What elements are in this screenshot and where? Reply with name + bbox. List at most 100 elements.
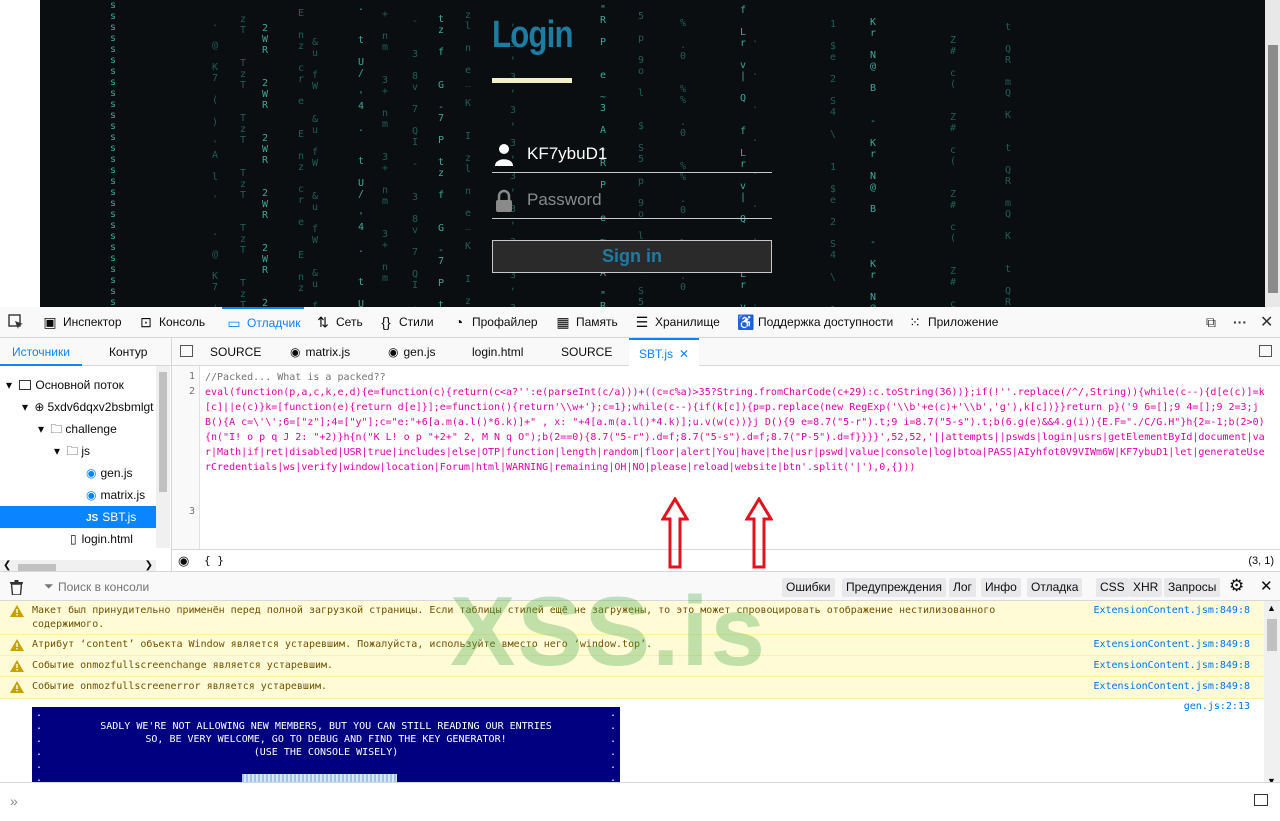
scrollbar-thumb[interactable] (1267, 619, 1277, 651)
console-input[interactable]: » (0, 782, 1280, 821)
matrix-column: & u f W & u f W & u f W & u f W (312, 37, 319, 307)
tab-style-editor[interactable]: {} Стили (378, 307, 434, 338)
code-editor[interactable]: 1 2 3 //Packed... What is a packed?? eva… (172, 366, 1280, 549)
line-number[interactable]: 2 (189, 386, 195, 397)
matrix-column: - 3 8 v 7 Q I - 3 8 v 7 Q I - (412, 16, 419, 307)
line-number[interactable]: 1 (189, 371, 195, 382)
filter-warnings[interactable]: Предупреждения (842, 578, 946, 597)
style-icon: {} (381, 314, 391, 330)
tree-item-gen-js[interactable]: ◉ gen.js (0, 462, 156, 484)
close-tab-icon[interactable]: ✕ (679, 347, 689, 361)
filter-xhr[interactable]: XHR (1129, 578, 1163, 597)
tab-label: Стили (399, 315, 434, 329)
tab-storage[interactable]: ☰ Хранилище (634, 307, 720, 338)
console-banner: .. . SADLY WE'RE NOT ALLOWING NEW MEMBERS… (32, 707, 620, 785)
tree-label: js (81, 444, 91, 458)
tree-item-folder-challenge[interactable]: ▾ 🗀 challenge (0, 418, 156, 440)
tree-item-domain[interactable]: ▾ ⊕ 5xdv6dqxv2bsbmlgt (0, 396, 156, 418)
tab-profiler[interactable]: ◔ Профайлер (451, 307, 538, 338)
tab-label: SOURCE (561, 345, 613, 359)
toggle-panel-icon[interactable] (1259, 345, 1272, 357)
filter-logs[interactable]: Лог (949, 578, 976, 597)
js-file-icon: JS (86, 513, 99, 524)
tree-label: gen.js (100, 466, 133, 480)
editor-tab-source-2[interactable]: SOURCE (561, 338, 612, 366)
warning-source-link[interactable]: ExtensionContent.jsm:849:8 (1093, 680, 1250, 694)
filter-errors[interactable]: Ошибки (782, 578, 835, 597)
tab-label: Память (576, 315, 618, 329)
tree-item-sbt-js[interactable]: JS SBT.js (0, 506, 156, 528)
tree-item-login-html[interactable]: ▯ login.html (0, 528, 156, 550)
tab-memory[interactable]: ▦ Память (555, 307, 618, 338)
scrollbar-thumb[interactable] (1268, 45, 1278, 293)
line-number[interactable]: 3 (189, 506, 195, 517)
toggle-sidebar-icon[interactable] (180, 345, 193, 357)
page-viewport: s s s s s s s s s s s s s s s s s s s s … (0, 0, 1280, 307)
scroll-right-icon[interactable]: ❯ (145, 560, 153, 571)
tree-item-folder-js[interactable]: ▾ 🗀 js (0, 440, 156, 462)
scroll-left-icon[interactable]: ❮ (3, 560, 11, 571)
code-content: //Packed... What is a packed?? eval(func… (205, 370, 1265, 475)
tab-console[interactable]: ⊡ Консоль (138, 307, 205, 338)
tab-sources[interactable]: Источники (0, 338, 82, 366)
editor-tab-source[interactable]: SOURCE (210, 338, 261, 366)
console-scrollbar[interactable]: ▲ ▼ (1264, 601, 1280, 788)
sign-in-button[interactable]: Sign in (492, 240, 772, 273)
profiler-icon: ◔ (454, 314, 464, 330)
editor-tab-sbt-js[interactable]: SBT.js ✕ (629, 338, 700, 366)
split-console-icon[interactable] (1254, 794, 1268, 806)
page-scrollbar[interactable] (1265, 0, 1280, 307)
tree-scrollbar[interactable] (156, 366, 170, 548)
warning-text: Макет был принудительно применён перед п… (32, 605, 996, 630)
dock-icon[interactable]: ⧉ (1206, 314, 1216, 331)
eye-icon: ◉ (86, 488, 97, 502)
filter-info[interactable]: Инфо (981, 578, 1021, 597)
tab-accessibility[interactable]: ♿ Поддержка доступности (737, 307, 893, 338)
warning-source-link[interactable]: ExtensionContent.jsm:849:8 (1093, 638, 1250, 652)
matrix-column: . t U / ' 4 . t U / ' 4 . t U (358, 2, 365, 307)
settings-icon[interactable]: ⚙ (1229, 576, 1244, 596)
tab-network[interactable]: ⇅ Сеть (315, 307, 363, 338)
tree-item-matrix-js[interactable]: ◉ matrix.js (0, 484, 156, 506)
scroll-up-icon[interactable]: ▲ (1267, 603, 1276, 613)
editor-tab-matrix-js[interactable]: ◉ matrix.js (290, 338, 350, 366)
close-icon[interactable]: ✕ (1260, 312, 1273, 332)
filter-requests[interactable]: Запросы (1164, 578, 1221, 597)
tree-item-main-thread[interactable]: ▾ Основной поток (0, 374, 156, 396)
pretty-print-button[interactable]: { } (204, 554, 224, 567)
annotation-arrow-username (745, 497, 773, 569)
tab-label: SBT.js (639, 347, 674, 361)
warning-icon (10, 681, 24, 693)
tab-outline[interactable]: Контур (109, 338, 147, 366)
console-search-input[interactable]: Поиск в консоли (58, 580, 149, 594)
banner-line: .. (36, 708, 616, 719)
tab-inspector[interactable]: ▣ Инспектор (42, 307, 121, 338)
pick-element-icon[interactable] (8, 314, 24, 330)
debugger-icon: ▭ (227, 315, 241, 331)
matrix-column: Z # c ( Z # c ( Z # c ( Z # c ( (950, 35, 957, 307)
filter-debug[interactable]: Отладка (1027, 578, 1083, 597)
more-options-icon[interactable]: ··· (1233, 314, 1247, 330)
editor-tab-gen-js[interactable]: ◉ gen.js (388, 338, 436, 366)
warning-source-link[interactable]: ExtensionContent.jsm:849:8 (1093, 604, 1250, 618)
eye-icon[interactable]: ◉ (178, 553, 189, 569)
matrix-column: 2 W R 2 W R 2 W R 2 W R 2 W R 2 (262, 23, 269, 307)
password-field[interactable]: Password (492, 186, 772, 219)
tree-label: 5xdv6dqxv2bsbmlgt (47, 400, 154, 414)
username-field[interactable]: KF7ybuD1 (492, 140, 772, 173)
tab-application[interactable]: ⁙ Приложение (907, 307, 998, 338)
title-underline (492, 78, 572, 83)
close-console-icon[interactable]: ✕ (1260, 577, 1273, 595)
log-source-link[interactable]: gen.js:2:13 (1184, 701, 1250, 712)
tab-label: Консоль (159, 315, 206, 329)
editor-footer: ◉ { } (3, 1) (172, 549, 1280, 571)
expand-arrow-icon: ▾ (6, 378, 13, 392)
tab-debugger[interactable]: ▭ Отладчик (222, 307, 305, 338)
warning-source-link[interactable]: ExtensionContent.jsm:849:8 (1093, 659, 1250, 673)
scrollbar-thumb[interactable] (159, 372, 167, 492)
filter-css[interactable]: CSS (1096, 578, 1129, 597)
editor-tab-login-html[interactable]: login.html (472, 338, 523, 366)
tab-label: Профайлер (472, 315, 538, 329)
trash-icon[interactable] (10, 580, 23, 595)
expand-arrow-icon: ▾ (38, 422, 45, 436)
